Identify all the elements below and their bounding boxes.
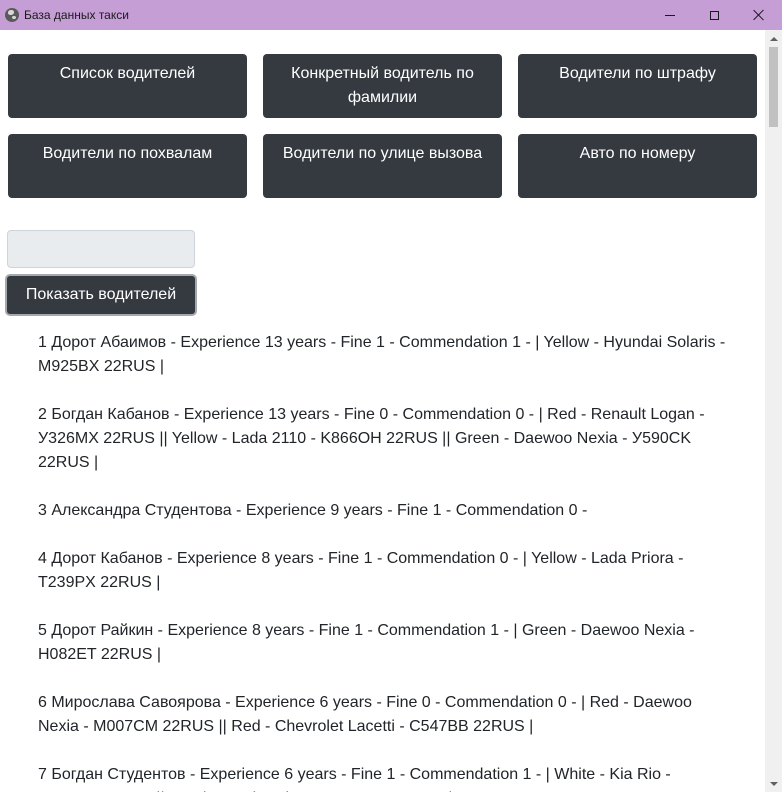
- globe-icon: [5, 8, 19, 22]
- minimize-icon: [665, 14, 675, 16]
- list-item: 4 Дорот Кабанов - Experience 8 years - F…: [38, 550, 684, 591]
- scroll-up-button[interactable]: [765, 30, 782, 47]
- chevron-down-icon: [769, 781, 778, 786]
- scroll-down-button[interactable]: [765, 775, 782, 792]
- results-list: 1 Дорот Абаимов - Experience 13 years - …: [23, 330, 743, 792]
- list-item: 7 Богдан Студентов - Experience 6 years …: [38, 766, 671, 792]
- drivers-by-call-street-button[interactable]: Водители по улице вызова: [263, 134, 502, 198]
- driver-by-surname-button[interactable]: Конкретный водитель по фамилии: [263, 54, 502, 118]
- list-item: 3 Александра Студентова - Experience 9 y…: [38, 502, 588, 519]
- close-icon: [753, 9, 765, 21]
- drivers-by-commendations-button[interactable]: Водители по похвалам: [8, 134, 247, 198]
- drivers-by-fine-button[interactable]: Водители по штрафу: [518, 54, 757, 118]
- car-by-number-button[interactable]: Авто по номеру: [518, 134, 757, 198]
- list-item: 2 Богдан Кабанов - Experience 13 years -…: [38, 406, 705, 471]
- chevron-up-icon: [769, 36, 778, 41]
- list-item: 6 Мирослава Савоярова - Experience 6 yea…: [38, 694, 692, 735]
- vertical-scrollbar[interactable]: [765, 30, 782, 792]
- show-drivers-button[interactable]: Показать водителей: [5, 274, 197, 316]
- search-input[interactable]: [7, 230, 195, 268]
- list-item: 5 Дорот Райкин - Experience 8 years - Fi…: [38, 622, 695, 663]
- scroll-thumb[interactable]: [769, 47, 778, 127]
- main-content: Список водителей Конкретный водитель по …: [0, 30, 765, 792]
- drivers-list-button[interactable]: Список водителей: [8, 54, 247, 118]
- title-bar: База данных такси: [0, 0, 782, 30]
- minimize-button[interactable]: [648, 0, 692, 30]
- maximize-icon: [709, 10, 719, 20]
- window-title: База данных такси: [24, 8, 129, 22]
- close-button[interactable]: [737, 0, 781, 30]
- list-item: 1 Дорот Абаимов - Experience 13 years - …: [38, 334, 726, 375]
- maximize-button[interactable]: [692, 0, 736, 30]
